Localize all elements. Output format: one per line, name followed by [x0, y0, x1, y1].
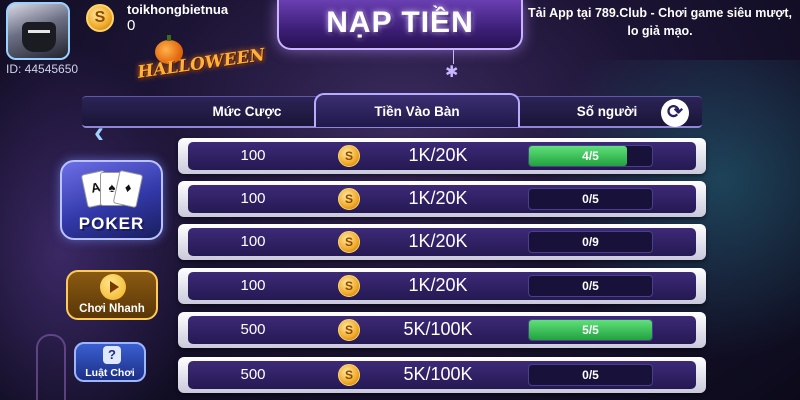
table-row[interactable]: 500 S 5K/100K 5/5 [178, 312, 706, 348]
user-id: ID: 44545650 [6, 62, 79, 76]
announcement-line-1: Tải App tại 789.Club - Chơi game siêu mư… [528, 6, 792, 20]
game-label: POKER [78, 214, 145, 233]
row-panel: 500 S 5K/100K 0/5 [188, 361, 696, 389]
poker-game-card[interactable]: A ♠ ♦ POKER [60, 160, 163, 240]
row-bet: 100 [240, 233, 266, 250]
row-panel: 100 S 1K/20K 4/5 [188, 142, 696, 170]
header-money[interactable]: Tiền Vào Bàn [314, 104, 520, 119]
row-panel: 100 S 1K/20K 0/5 [188, 272, 696, 300]
players-count: 0/5 [582, 192, 599, 206]
back-icon[interactable]: ‹ [94, 116, 104, 150]
header-bet[interactable]: Mức Cược [182, 104, 312, 119]
play-icon [100, 274, 126, 300]
players-bar: 0/9 [528, 231, 653, 253]
players-bar: 0/5 [528, 188, 653, 210]
table-row[interactable]: 100 S 1K/20K 4/5 [178, 138, 706, 174]
players-bar: 5/5 [528, 319, 653, 341]
players-count: 4/5 [582, 149, 599, 163]
announcement-line-2: lo giả mạo. [627, 24, 693, 38]
players-bar: 0/5 [528, 364, 653, 386]
quick-play-button[interactable]: Chơi Nhanh [66, 270, 158, 320]
row-panel: 100 S 1K/20K 0/9 [188, 228, 696, 256]
table-row[interactable]: 500 S 5K/100K 0/5 [178, 357, 706, 393]
players-count: 5/5 [582, 323, 599, 337]
refresh-icon[interactable]: ⟳ [661, 99, 689, 127]
players-count: 0/9 [582, 235, 599, 249]
playing-cards-icon: A ♠ ♦ [80, 169, 144, 210]
players-count: 0/5 [582, 279, 599, 293]
rules-label: Luật Chơi [85, 367, 135, 379]
balance: 0 [127, 17, 136, 34]
table-header: Mức Cược Tiền Vào Bàn Số người ⟳ [82, 93, 702, 128]
row-panel: 500 S 5K/100K 5/5 [188, 316, 696, 344]
row-bet: 100 [240, 147, 266, 164]
row-money: 1K/20K [408, 275, 468, 295]
row-bet: 100 [240, 277, 266, 294]
row-panel: 100 S 1K/20K 0/5 [188, 185, 696, 213]
spider-icon: ✱ [445, 64, 459, 81]
row-money: 1K/20K [408, 188, 468, 208]
avatar[interactable] [6, 2, 70, 60]
row-bet: 500 [240, 321, 266, 338]
row-money: 5K/100K [403, 319, 473, 339]
avatar-eyes [28, 30, 50, 34]
background-gate [36, 334, 66, 400]
coin-icon: S [86, 4, 114, 32]
row-money: 1K/20K [408, 231, 468, 251]
username: toikhongbietnua [127, 2, 229, 17]
row-money: 5K/100K [403, 364, 473, 384]
announcement: Tải App tại 789.Club - Chơi game siêu mư… [525, 4, 795, 40]
table-row[interactable]: 100 S 1K/20K 0/5 [178, 181, 706, 217]
rules-button[interactable]: ? Luật Chơi [74, 342, 146, 382]
row-money: 1K/20K [408, 145, 468, 165]
avatar-face [22, 22, 56, 52]
page-title: NẠP TIỀN [326, 6, 474, 39]
header-players[interactable]: Số người [552, 104, 662, 119]
quick-play-label: Chơi Nhanh [79, 303, 145, 315]
title-banner[interactable]: NẠP TIỀN [277, 0, 523, 50]
table-row[interactable]: 100 S 1K/20K 0/5 [178, 268, 706, 304]
help-icon: ? [103, 346, 121, 364]
row-bet: 100 [240, 190, 266, 207]
row-bet: 500 [240, 366, 266, 383]
players-count: 0/5 [582, 368, 599, 382]
players-bar: 4/5 [528, 145, 653, 167]
table-row[interactable]: 100 S 1K/20K 0/9 [178, 224, 706, 260]
players-bar: 0/5 [528, 275, 653, 297]
